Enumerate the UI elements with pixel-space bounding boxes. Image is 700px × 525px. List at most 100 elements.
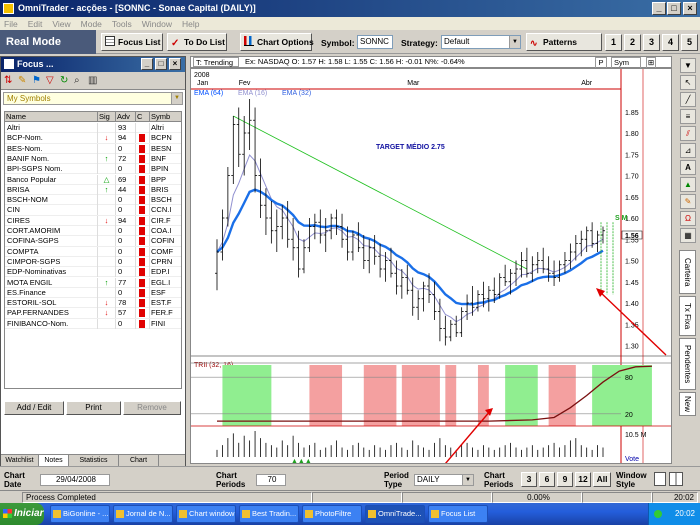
task-photofiltre[interactable]: PhotoFiltre: [302, 505, 362, 523]
cursor-icon[interactable]: ↖: [680, 75, 696, 90]
strategy-select[interactable]: Default ▼: [441, 35, 521, 49]
flag-icon[interactable]: ⚑: [32, 75, 43, 86]
start-button[interactable]: Iniciar: [0, 503, 44, 525]
triangle-icon[interactable]: ▲: [680, 177, 696, 192]
chart-plot[interactable]: 2008 Jan Fev Mar Abr EMA (64) EMA (16) EMA (32)…: [190, 68, 672, 505]
periods-9-button[interactable]: 9: [557, 472, 573, 487]
chart-options-button[interactable]: Chart Options: [240, 33, 314, 51]
arrow-tool-icon[interactable]: ✎: [680, 194, 696, 209]
table-row[interactable]: Altri 93 Altri: [5, 123, 181, 134]
patterns-button[interactable]: ∿ Patterns: [526, 33, 602, 51]
focus-restore-button[interactable]: □: [155, 58, 167, 70]
tab-tx-fixa[interactable]: Tx Fixa: [679, 296, 696, 336]
layout-5-button[interactable]: 5: [681, 34, 698, 51]
tab-chart[interactable]: Chart: [119, 455, 159, 466]
menu-mode[interactable]: Mode: [81, 19, 102, 29]
tab-notes[interactable]: Notes: [39, 455, 69, 466]
menu-help[interactable]: Help: [182, 19, 199, 29]
symbol-list-select[interactable]: My Symbols ▼: [3, 92, 183, 105]
task-bigonline[interactable]: BiGonline - ...: [50, 505, 110, 523]
table-row[interactable]: PAP.FERNANDES ↓ 57 FER.F: [5, 308, 181, 319]
col-header-c[interactable]: C: [136, 112, 150, 122]
table-row[interactable]: BANIF Nom. ↑ 72 BNF: [5, 153, 181, 165]
filter-icon[interactable]: ▽: [46, 75, 57, 86]
table-row[interactable]: BRISA ↑ 44 BRIS: [5, 184, 181, 196]
menu-edit[interactable]: Edit: [28, 19, 43, 29]
focus-close-button[interactable]: ×: [169, 58, 181, 70]
add-edit-button[interactable]: Add / Edit: [4, 401, 64, 415]
text-tool-icon[interactable]: A: [680, 160, 696, 175]
magnet-icon[interactable]: Ω: [680, 211, 696, 226]
channel-icon[interactable]: ⫽: [680, 126, 696, 141]
network-icon[interactable]: [654, 510, 662, 518]
gann-icon[interactable]: ⊿: [680, 143, 696, 158]
dropdown-icon[interactable]: ▼: [680, 58, 696, 73]
menu-view[interactable]: View: [52, 19, 70, 29]
menu-window[interactable]: Window: [142, 19, 172, 29]
table-row[interactable]: Banco Popular △ 69 BPP: [5, 174, 181, 185]
periods-all-button[interactable]: All: [593, 472, 611, 487]
table-row[interactable]: FINIBANCO-Nom. 0 FINI: [5, 318, 181, 329]
table-row[interactable]: CIRES ↓ 94 CIR.F: [5, 215, 181, 226]
sort-icon[interactable]: ⇅: [4, 75, 15, 86]
col-header-name[interactable]: Name: [5, 112, 98, 122]
task-jornal[interactable]: Jornal de N...: [113, 505, 173, 523]
tab-new[interactable]: New: [679, 392, 696, 416]
symbol-input[interactable]: SONNC: [357, 35, 393, 49]
table-row[interactable]: CIN 0 CCN.I: [5, 205, 181, 216]
task-best-trading[interactable]: Best Tradin...: [239, 505, 299, 523]
grid-icon[interactable]: ▦: [680, 228, 696, 243]
layout-3-button[interactable]: 3: [643, 34, 660, 51]
tab-statistics[interactable]: Statistics: [69, 455, 119, 466]
table-row[interactable]: BCP-Nom. ↓ 94 BCPN: [5, 133, 181, 144]
chart-periods-input[interactable]: 70: [256, 474, 286, 486]
table-row[interactable]: EDP-Nominativas 0 EDP.I: [5, 267, 181, 278]
window-style-split-icon[interactable]: [669, 472, 683, 486]
trend-mode-select[interactable]: T: Trending: [193, 57, 239, 67]
fibonacci-icon[interactable]: ≡: [680, 109, 696, 124]
refresh-icon[interactable]: ↻: [60, 75, 71, 86]
remove-button[interactable]: Remove: [123, 401, 181, 415]
periods-6-button[interactable]: 6: [539, 472, 555, 487]
table-row[interactable]: COFINA-SGPS 0 COFIN: [5, 236, 181, 247]
table-row[interactable]: COMPTA 0 COMF: [5, 246, 181, 257]
search-icon[interactable]: ⌕: [74, 75, 85, 86]
tab-pendentes[interactable]: Pendentes: [679, 338, 696, 390]
focus-list-button[interactable]: Focus List: [101, 33, 163, 51]
minimize-button[interactable]: _: [652, 2, 666, 15]
col-header-adv[interactable]: Adv: [116, 112, 136, 122]
table-row[interactable]: CIMPOR-SGPS 0 CPRN: [5, 256, 181, 268]
periods-3-button[interactable]: 3: [521, 472, 537, 487]
layout-4-button[interactable]: 4: [662, 34, 679, 51]
tab-carteira[interactable]: Carteira: [679, 250, 696, 294]
menu-file[interactable]: File: [4, 19, 18, 29]
task-chart-window[interactable]: Chart window: [176, 505, 236, 523]
chart-date-value[interactable]: 29/04/2008: [40, 474, 110, 486]
print-button[interactable]: Print: [66, 401, 121, 415]
table-row[interactable]: MOTA ENGIL ↑ 77 EGL.I: [5, 277, 181, 288]
col-header-symb[interactable]: Symb: [150, 112, 181, 122]
menu-tools[interactable]: Tools: [112, 19, 132, 29]
table-row[interactable]: BSCH-NOM 0 BSCH: [5, 195, 181, 206]
layout-2-button[interactable]: 2: [624, 34, 641, 51]
table-row[interactable]: BES-Nom. 0 BESN: [5, 143, 181, 154]
columns-icon[interactable]: ▥: [88, 75, 99, 86]
tab-watchlist[interactable]: Watchlist: [1, 455, 39, 466]
col-header-sig[interactable]: Sig: [98, 112, 116, 122]
line-tool-icon[interactable]: ╱: [680, 92, 696, 107]
focus-minimize-button[interactable]: _: [141, 58, 153, 70]
table-row[interactable]: ESTORIL-SOL ↓ 78 EST.F: [5, 298, 181, 309]
window-style-single-icon[interactable]: [654, 472, 666, 486]
to-do-list-button[interactable]: ✓ To Do List: [167, 33, 227, 51]
maximize-button[interactable]: □: [667, 2, 681, 15]
table-row[interactable]: BPI-SGPS Nom. 0 BPIN: [5, 164, 181, 175]
pencil-icon[interactable]: ✎: [18, 75, 29, 86]
task-omnitrader[interactable]: OmniTrade...: [365, 505, 425, 523]
table-row[interactable]: ES.Finance 0 ESF: [5, 287, 181, 299]
layout-1-button[interactable]: 1: [605, 34, 622, 51]
period-type-select[interactable]: DAILY ▼: [414, 474, 474, 486]
table-row[interactable]: CORT.AMORIM 0 COA.I: [5, 226, 181, 237]
periods-12-button[interactable]: 12: [575, 472, 591, 487]
task-focus-list[interactable]: Focus List: [428, 505, 488, 523]
close-button[interactable]: ×: [683, 2, 697, 15]
